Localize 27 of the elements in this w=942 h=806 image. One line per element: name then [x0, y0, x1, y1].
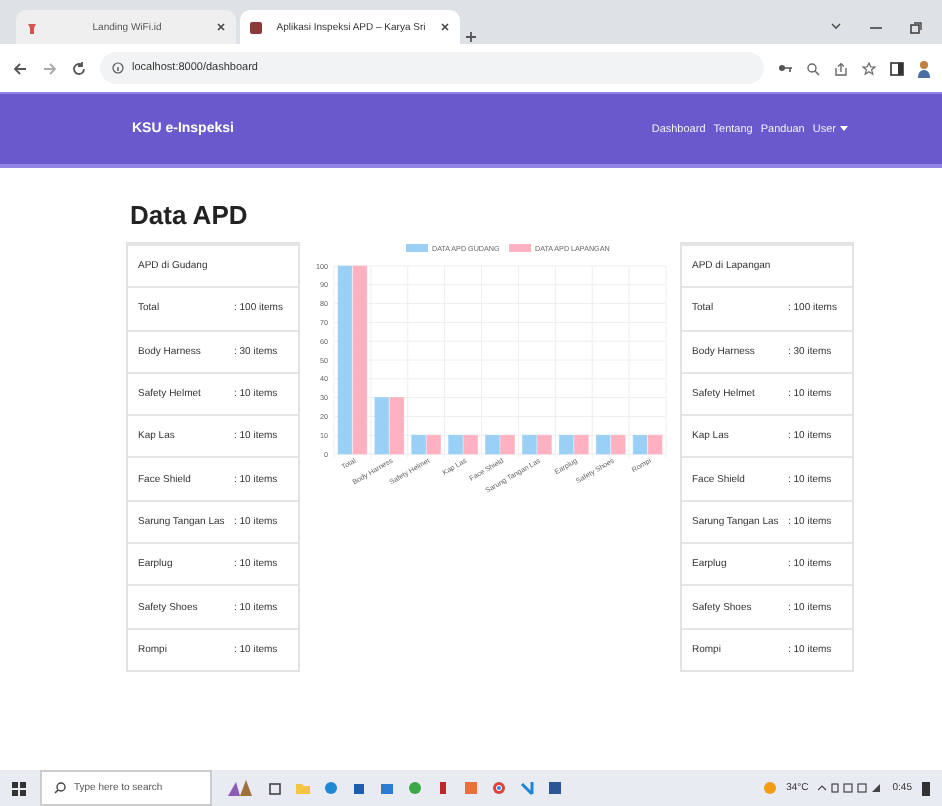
tray-icons-drawing[interactable] — [818, 782, 883, 794]
new-tab-icon[interactable] — [464, 30, 478, 44]
task-view-icon[interactable] — [268, 780, 282, 796]
notification-icon[interactable] — [922, 781, 930, 795]
zoom-icon[interactable] — [806, 61, 820, 75]
minimize-icon[interactable] — [870, 22, 882, 32]
caret-icon — [840, 126, 848, 132]
close-icon[interactable] — [216, 22, 226, 32]
share-icon[interactable] — [834, 61, 848, 75]
key-icon[interactable] — [778, 62, 792, 74]
restore-icon[interactable] — [910, 21, 922, 33]
page-title: Data APD — [130, 200, 250, 230]
app-icon[interactable] — [226, 778, 254, 798]
sidebar-icon[interactable] — [890, 61, 904, 75]
avatar-icon[interactable] — [918, 59, 930, 77]
chevron-icon[interactable] — [830, 22, 842, 32]
page-icon — [250, 21, 262, 33]
pin-icon — [26, 21, 38, 33]
reload-icon[interactable] — [72, 61, 86, 75]
search-icon — [54, 782, 66, 794]
windows-icon[interactable] — [12, 781, 26, 795]
close-icon[interactable] — [440, 22, 450, 32]
info-icon — [112, 62, 124, 74]
star-icon[interactable] — [862, 61, 876, 75]
chrome-icon[interactable] — [492, 780, 506, 796]
weather-icon — [764, 782, 777, 794]
back-icon[interactable] — [12, 61, 28, 75]
